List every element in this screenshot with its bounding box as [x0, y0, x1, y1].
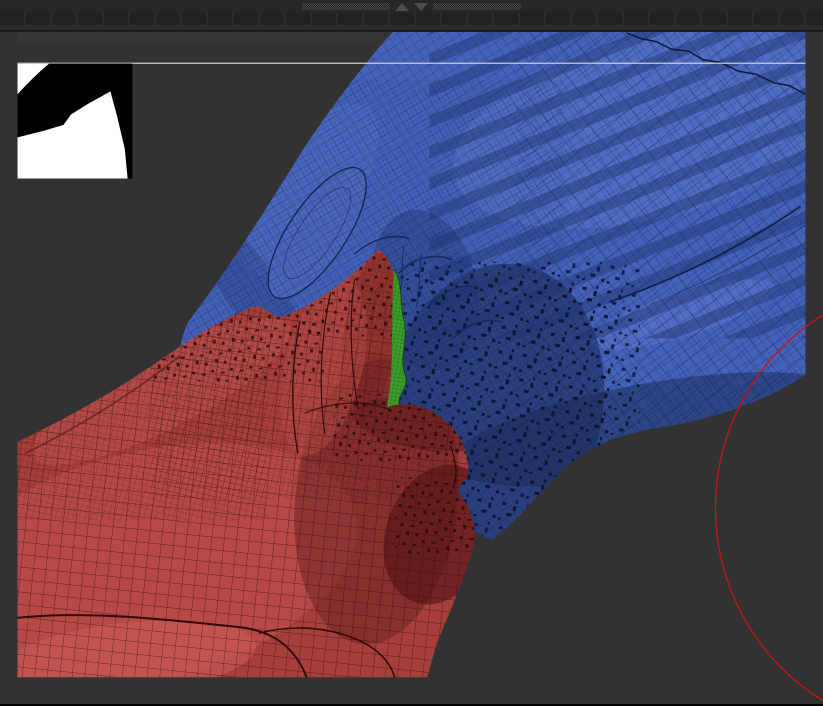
toolbar-segment[interactable]: [312, 13, 336, 25]
toolbar-segment[interactable]: [260, 13, 284, 25]
toolbar-segment[interactable]: [26, 13, 50, 25]
toolbar-segment[interactable]: [104, 13, 128, 25]
toolbar-segment[interactable]: [806, 13, 823, 25]
tray-grip-left[interactable]: [302, 3, 390, 10]
toolbar-segment[interactable]: [338, 13, 362, 25]
tray-divider-bar: [0, 0, 823, 13]
toolbar-segment[interactable]: [468, 13, 492, 25]
toolbar-segment[interactable]: [390, 13, 414, 25]
document-canvas[interactable]: [0, 32, 823, 706]
toolbar-segment[interactable]: [442, 13, 466, 25]
alpha-preview-thumbnail: [17, 63, 133, 179]
viewport-scene[interactable]: [0, 32, 823, 706]
toolbar-segment[interactable]: [156, 13, 180, 25]
toolbar-lower-strip: [0, 25, 823, 32]
collapse-up-arrow-icon[interactable]: [395, 2, 409, 11]
tray-grip-right[interactable]: [433, 3, 521, 10]
toolbar-segment[interactable]: [234, 13, 258, 25]
toolbar-segment[interactable]: [520, 13, 544, 25]
toolbar-segment[interactable]: [130, 13, 154, 25]
toolbar-segment[interactable]: [624, 13, 648, 25]
toolbar-segment[interactable]: [364, 13, 388, 25]
toolbar-segment[interactable]: [182, 13, 206, 25]
application-window: [0, 0, 823, 704]
toolbar-segment[interactable]: [416, 13, 440, 25]
toolbar-segment[interactable]: [0, 13, 24, 25]
toolbar-segment[interactable]: [650, 13, 674, 25]
toolbar-segment[interactable]: [546, 13, 570, 25]
toolbar-tab-row: [0, 13, 823, 25]
toolbar-segment[interactable]: [676, 13, 700, 25]
toolbar-segment[interactable]: [780, 13, 804, 25]
canvas-edge-line: [17, 62, 806, 64]
toolbar-segment[interactable]: [598, 13, 622, 25]
toolbar-segment[interactable]: [52, 13, 76, 25]
toolbar-segment[interactable]: [728, 13, 752, 25]
toolbar-segment[interactable]: [286, 13, 310, 25]
expand-down-arrow-icon[interactable]: [414, 2, 428, 11]
toolbar-segment[interactable]: [754, 13, 778, 25]
toolbar-segment[interactable]: [78, 13, 102, 25]
toolbar-segment[interactable]: [208, 13, 232, 25]
toolbar-segment[interactable]: [702, 13, 726, 25]
toolbar-segment[interactable]: [572, 13, 596, 25]
toolbar-segment[interactable]: [494, 13, 518, 25]
